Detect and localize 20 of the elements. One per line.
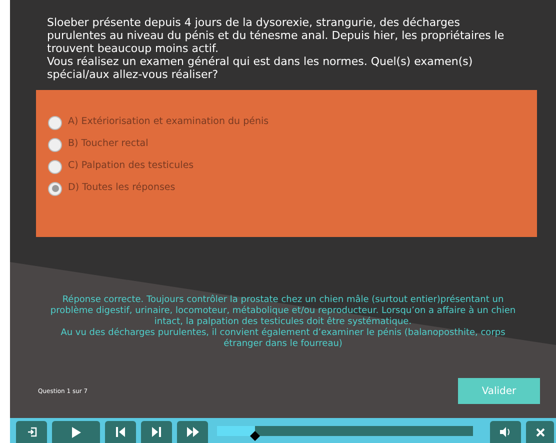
radio-button[interactable] (48, 160, 62, 174)
question-text: Sloeber présente depuis 4 jours de la dysorexie, strangurie, des décharges purulentes au niveau du pénis et du ténesme anal. Depuis hier, les propriétaires le trouvent beaucoup moins actif. Vous réalisez un examen général qui est dans les normes. Quel(s) examen(s) spécial/aux allez-vous réaliser? (46, 15, 506, 81)
previous-icon[interactable] (105, 421, 136, 443)
answer-option[interactable]: B) Toucher rectal (48, 135, 537, 154)
radio-button[interactable] (48, 182, 62, 196)
answer-option[interactable]: C) Palpation des testicules (48, 157, 537, 176)
fast-forward-icon[interactable] (177, 421, 208, 443)
radio-button[interactable] (48, 138, 62, 152)
answer-option[interactable]: A) Extériorisation et examination du pénis (48, 113, 537, 132)
feedback-text: Réponse correcte. Toujours contrôler la prostate chez un chien mâle (surtout entier)présentant un problème digestif, urinaire, locomoteur, métabolique et/ou reproducteur. Lorsqu’on a affaire à un chien intact, la palpation des testicules doit être systématique. Au vu des décharges purulentes, il convient également d’examiner le pénis (balanoposthite, corps étranger dans le fourreau) (49, 295, 517, 350)
radio-button[interactable] (48, 116, 62, 130)
progress-track[interactable] (217, 426, 473, 436)
close-icon[interactable] (526, 421, 554, 443)
answer-option[interactable]: D) Toutes les réponses (48, 179, 537, 198)
next-icon[interactable] (141, 421, 172, 443)
submit-button[interactable]: Valider (458, 378, 540, 404)
volume-icon[interactable] (490, 421, 521, 443)
progress-handle[interactable] (250, 431, 260, 441)
exit-icon[interactable] (16, 421, 47, 443)
play-icon[interactable] (52, 421, 100, 443)
